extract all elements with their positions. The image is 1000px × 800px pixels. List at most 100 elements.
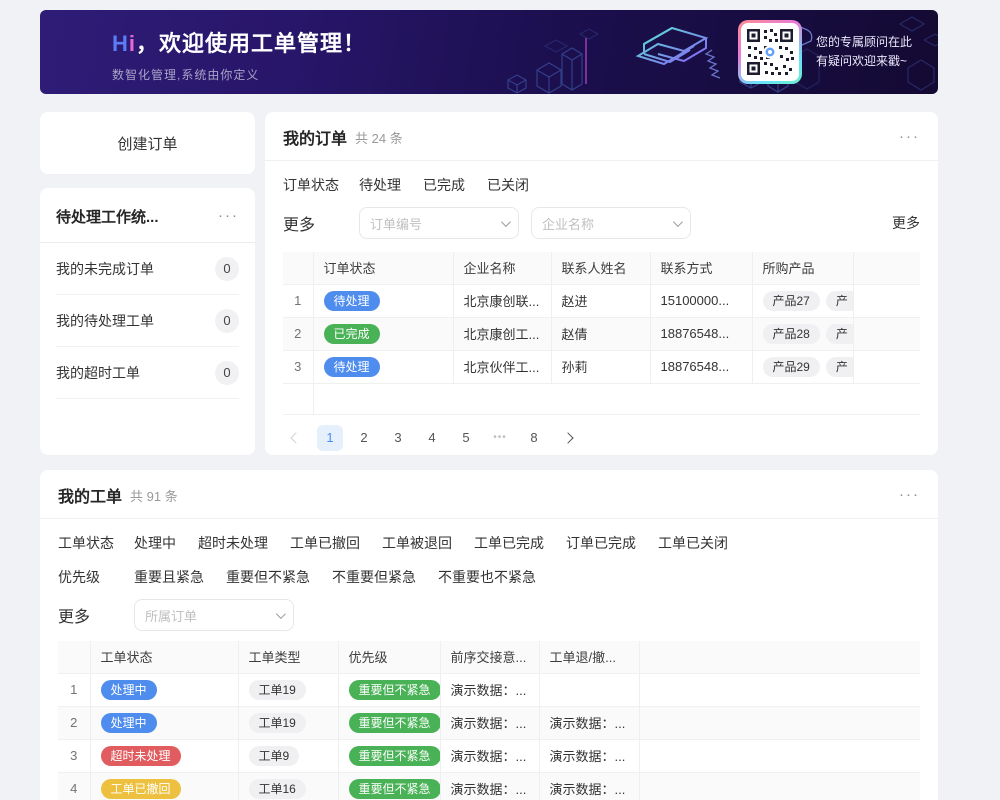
col-withdraw: 工单退/撤... — [539, 641, 639, 673]
stat-label: 我的超时工单 — [56, 363, 140, 383]
stats-card-title: 待处理工作统... — [56, 206, 159, 227]
filter-option-ticket-done[interactable]: 工单已完成 — [474, 533, 544, 553]
orders-panel-title: 我的订单 — [283, 125, 347, 149]
more-filters-label: 更多 — [283, 211, 359, 235]
product-tag-partial: 产 — [826, 291, 853, 311]
orders-table: 订单状态 企业名称 联系人姓名 联系方式 所购产品 1 待处理 北京康创联...… — [283, 252, 920, 415]
pending-stats-card: 待处理工作统... ··· 我的未完成订单 0 我的待处理工单 0 我的超时工单… — [40, 188, 255, 455]
filter-option-ticket-closed[interactable]: 工单已关闭 — [658, 533, 728, 553]
status-badge: 超时未处理 — [101, 746, 181, 766]
row-index: 4 — [58, 772, 90, 800]
order-row-1[interactable]: 1 待处理 北京康创联... 赵进 15100000... 产品27产 — [283, 284, 920, 317]
stat-item-pending-tickets[interactable]: 我的待处理工单 0 — [56, 295, 239, 347]
filter-option-closed[interactable]: 已关闭 — [487, 175, 529, 195]
more-dots-icon[interactable]: ··· — [899, 490, 920, 500]
expand-more-link[interactable]: 更多 — [892, 213, 920, 233]
ticket-row-2[interactable]: 2 处理中 工单19 重要但不紧急 演示数据：... 演示数据：... — [58, 706, 920, 739]
col-handover: 前序交接意... — [440, 641, 539, 673]
priority-badge: 重要但不紧急 — [349, 779, 441, 799]
row-index: 2 — [58, 706, 90, 739]
row-index: 2 — [283, 317, 313, 350]
tickets-table-header-row: 工单状态 工单类型 优先级 前序交接意... 工单退/撤... — [58, 641, 920, 673]
col-phone: 联系方式 — [650, 252, 752, 284]
more-filters-label: 更多 — [58, 603, 134, 627]
product-tag: 产品28 — [763, 324, 820, 344]
withdraw-cell: 演示数据：... — [539, 739, 639, 772]
chevron-down-icon — [501, 217, 511, 227]
orders-pagination: 1 2 3 4 5 ••• 8 — [283, 425, 920, 451]
ticket-row-3[interactable]: 3 超时未处理 工单9 重要但不紧急 演示数据：... 演示数据：... — [58, 739, 920, 772]
filter-label: 工单状态 — [58, 533, 134, 553]
count-badge: 0 — [215, 257, 239, 281]
priority-badge: 重要但不紧急 — [349, 746, 441, 766]
filter-option-overtime[interactable]: 超时未处理 — [198, 533, 268, 553]
order-more-filters-row: 更多 订单编号 企业名称 更多 — [283, 207, 920, 239]
row-index: 1 — [58, 673, 90, 706]
status-badge: 待处理 — [324, 291, 380, 311]
col-company: 企业名称 — [453, 252, 551, 284]
filter-label: 订单状态 — [283, 175, 359, 195]
page-button-8[interactable]: 8 — [521, 425, 547, 451]
company-cell: 北京康创联... — [453, 284, 551, 317]
phone-cell: 18876548... — [650, 350, 752, 383]
filter-option-withdrawn[interactable]: 工单已撤回 — [290, 533, 360, 553]
filter-option-processing[interactable]: 处理中 — [134, 533, 176, 553]
priority-important-urgent[interactable]: 重要且紧急 — [134, 567, 204, 587]
orders-table-header-row: 订单状态 企业名称 联系人姓名 联系方式 所购产品 — [283, 252, 920, 284]
select-placeholder: 订单编号 — [370, 214, 501, 233]
filter-option-completed[interactable]: 已完成 — [423, 175, 465, 195]
prev-page-button[interactable] — [283, 425, 309, 451]
phone-cell: 15100000... — [650, 284, 752, 317]
company-name-select[interactable]: 企业名称 — [531, 207, 691, 239]
ticket-row-1[interactable]: 1 处理中 工单19 重要但不紧急 演示数据：... — [58, 673, 920, 706]
phone-cell: 18876548... — [650, 317, 752, 350]
ticket-type-tag: 工单19 — [249, 680, 306, 700]
stat-item-unfinished-orders[interactable]: 我的未完成订单 0 — [56, 243, 239, 295]
qr-caption: 您的专属顾问在此 有疑问欢迎来戳~ — [816, 33, 912, 71]
next-page-button[interactable] — [555, 425, 581, 451]
ticket-priority-filter: 优先级 重要且紧急 重要但不紧急 不重要但紧急 不重要也不紧急 — [58, 567, 920, 587]
ticket-type-tag: 工单19 — [249, 713, 306, 733]
row-index: 3 — [58, 739, 90, 772]
order-row-2[interactable]: 2 已完成 北京康创工... 赵倩 18876548... 产品28产 — [283, 317, 920, 350]
chevron-down-icon — [673, 217, 683, 227]
banner-title: Hi，欢迎使用工单管理！ — [112, 26, 366, 58]
more-dots-icon[interactable]: ··· — [218, 211, 239, 221]
priority-important-not-urgent[interactable]: 重要但不紧急 — [226, 567, 310, 587]
filter-option-order-done[interactable]: 订单已完成 — [566, 533, 636, 553]
ticket-type-tag: 工单16 — [249, 779, 306, 799]
product-tag-partial: 产 — [826, 357, 853, 377]
order-row-3[interactable]: 3 待处理 北京伙伴工... 孙莉 18876548... 产品29产 — [283, 350, 920, 383]
filter-option-returned[interactable]: 工单被退回 — [382, 533, 452, 553]
more-dots-icon[interactable]: ··· — [899, 132, 920, 142]
parent-order-select[interactable]: 所属订单 — [134, 599, 294, 631]
product-tag: 产品27 — [763, 291, 820, 311]
col-order-status: 订单状态 — [313, 252, 453, 284]
filter-option-pending[interactable]: 待处理 — [359, 175, 401, 195]
page-button-4[interactable]: 4 — [419, 425, 445, 451]
ticket-type-tag: 工单9 — [249, 746, 300, 766]
handover-cell: 演示数据：... — [440, 706, 539, 739]
priority-not-important-urgent[interactable]: 不重要但紧急 — [332, 567, 416, 587]
ticket-row-4[interactable]: 4 工单已撤回 工单16 重要但不紧急 演示数据：... 演示数据：... — [58, 772, 920, 800]
priority-not-important-not-urgent[interactable]: 不重要也不紧急 — [438, 567, 536, 587]
select-placeholder: 企业名称 — [542, 214, 673, 233]
row-index: 3 — [283, 350, 313, 383]
pagination-ellipsis[interactable]: ••• — [487, 425, 513, 451]
page-button-1[interactable]: 1 — [317, 425, 343, 451]
count-badge: 0 — [215, 361, 239, 385]
col-ticket-status: 工单状态 — [90, 641, 238, 673]
status-badge: 处理中 — [101, 680, 157, 700]
priority-badge: 重要但不紧急 — [349, 680, 441, 700]
page-button-2[interactable]: 2 — [351, 425, 377, 451]
page-button-3[interactable]: 3 — [385, 425, 411, 451]
contact-cell: 孙莉 — [551, 350, 650, 383]
stat-item-overtime-tickets[interactable]: 我的超时工单 0 — [56, 347, 239, 399]
ticket-status-filter: 工单状态 处理中 超时未处理 工单已撤回 工单被退回 工单已完成 订单已完成 工… — [58, 533, 920, 553]
col-ticket-type: 工单类型 — [238, 641, 338, 673]
banner-subtitle: 数智化管理,系统由你定义 — [112, 66, 366, 83]
page-button-5[interactable]: 5 — [453, 425, 479, 451]
order-id-select[interactable]: 订单编号 — [359, 207, 519, 239]
tickets-table: 工单状态 工单类型 优先级 前序交接意... 工单退/撤... 1 处理中 工单… — [58, 641, 920, 800]
create-order-button[interactable]: 创建订单 — [40, 112, 255, 174]
